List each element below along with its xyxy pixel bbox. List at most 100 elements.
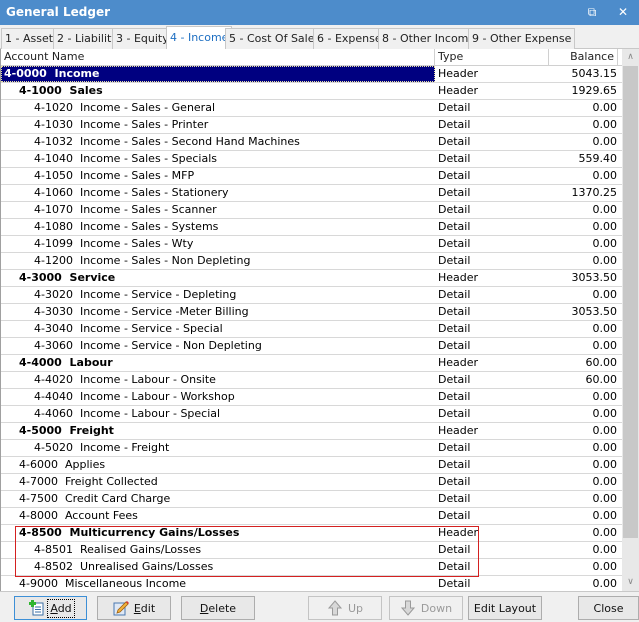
account-row[interactable]: 4-7000 Freight Collected Detail 0.00: [1, 474, 622, 491]
account-header-row[interactable]: 4-5000 Freight Header 0.00: [1, 423, 622, 440]
column-header-account-name[interactable]: Account Name: [1, 49, 435, 66]
account-name-cell: 4-4060 Income - Labour - Special: [1, 406, 435, 422]
account-balance-cell: 0.00: [592, 254, 618, 267]
account-row[interactable]: 4-1200 Income - Sales - Non Depleting Det…: [1, 253, 622, 270]
account-code: 4-1080: [34, 220, 73, 233]
account-row[interactable]: 4-3030 Income - Service -Meter Billing De…: [1, 304, 622, 321]
account-balance-cell: 0.00: [592, 543, 618, 556]
account-balance-cell: 0.00: [592, 560, 618, 573]
account-row[interactable]: 4-1080 Income - Sales - Systems Detail 0.0…: [1, 219, 622, 236]
account-code: 4-1040: [34, 152, 73, 165]
account-header-row[interactable]: 4-4000 Labour Header 60.00: [1, 355, 622, 372]
window-title: General Ledger: [6, 5, 110, 19]
account-name-cell: 4-5020 Income - Freight: [1, 440, 435, 456]
scroll-down-icon[interactable]: ∨: [622, 574, 639, 591]
account-balance-cell: 5043.15: [571, 67, 618, 80]
restore-icon[interactable]: ⧉: [583, 4, 601, 20]
account-code: 4-1060: [34, 186, 73, 199]
account-row[interactable]: 4-4020 Income - Labour - Onsite Detail 60.…: [1, 372, 622, 389]
account-balance-cell: 60.00: [585, 356, 618, 369]
account-row[interactable]: 4-5020 Income - Freight Detail 0.00: [1, 440, 622, 457]
tab-other-income[interactable]: 8 - Other Income: [378, 28, 480, 49]
account-row[interactable]: 4-1070 Income - Sales - Scanner Detail 0.0…: [1, 202, 622, 219]
account-header-row[interactable]: 4-0000 Income Header 5043.15: [1, 66, 622, 83]
account-balance-cell: 0.00: [592, 458, 618, 471]
account-balance-cell: 1929.65: [571, 84, 618, 97]
account-name-cell: 4-1040 Income - Sales - Specials: [1, 151, 435, 167]
account-row[interactable]: 4-1020 Income - Sales - General Detail 0.0…: [1, 100, 622, 117]
account-row[interactable]: 4-3040 Income - Service - Special Detail 0…: [1, 321, 622, 338]
account-row[interactable]: 4-1030 Income - Sales - Printer Detail 0.0…: [1, 117, 622, 134]
column-header-balance[interactable]: Balance: [549, 49, 618, 66]
account-code: 4-1030: [34, 118, 73, 131]
account-row[interactable]: 4-3020 Income - Service - Depleting Detai…: [1, 287, 622, 304]
account-row[interactable]: 4-1060 Income - Sales - Stationery Detail…: [1, 185, 622, 202]
account-row[interactable]: 4-7500 Credit Card Charge Detail 0.00: [1, 491, 622, 508]
account-name: Income: [54, 67, 100, 80]
add-document-icon: [29, 600, 45, 616]
account-row[interactable]: 4-8502 Unrealised Gains/Losses Detail 0.00: [1, 559, 622, 576]
add-button-label: dd: [57, 601, 72, 615]
account-type-cell: Detail: [438, 441, 471, 454]
account-row[interactable]: 4-1099 Income - Sales - Wty Detail 0.00: [1, 236, 622, 253]
account-row[interactable]: 4-1050 Income - Sales - MFP Detail 0.00: [1, 168, 622, 185]
account-row[interactable]: 4-6000 Applies Detail 0.00: [1, 457, 622, 474]
account-type-cell: Header: [438, 84, 479, 97]
scrollbar-thumb[interactable]: [623, 66, 638, 538]
account-code: 4-4000: [19, 356, 62, 369]
account-type-cell: Detail: [438, 458, 471, 471]
account-balance-cell: 3053.50: [571, 271, 618, 284]
account-row[interactable]: 4-8501 Realised Gains/Losses Detail 0.00: [1, 542, 622, 559]
account-balance-cell: 0.00: [592, 390, 618, 403]
account-name: Income - Labour - Special: [79, 407, 221, 420]
tab-equity[interactable]: 3 - Equity: [112, 28, 173, 49]
column-header-type[interactable]: Type: [435, 49, 549, 66]
tab-cost-of-sales[interactable]: 5 - Cost Of Sales: [225, 28, 325, 49]
account-name-cell: 4-4000 Labour: [1, 355, 435, 371]
account-code: 4-3000: [19, 271, 62, 284]
account-row[interactable]: 4-3060 Income - Service - Non Depleting D…: [1, 338, 622, 355]
edit-button-mnemonic: E: [133, 601, 141, 615]
move-up-button[interactable]: Up: [308, 596, 382, 620]
account-code: 4-7500: [19, 492, 58, 505]
delete-button[interactable]: Delete: [181, 596, 255, 620]
account-name: Income - Sales - Systems: [79, 220, 219, 233]
account-type-cell: Detail: [438, 254, 471, 267]
window-titlebar: General Ledger ⧉ ✕: [0, 0, 639, 25]
tab-asset[interactable]: 1 - Asset: [1, 28, 58, 49]
account-header-row[interactable]: 4-3000 Service Header 3053.50: [1, 270, 622, 287]
account-row[interactable]: 4-1032 Income - Sales - Second Hand Mach…: [1, 134, 622, 151]
close-icon[interactable]: ✕: [614, 4, 632, 20]
account-row[interactable]: 4-4040 Income - Labour - Workshop Detail 0…: [1, 389, 622, 406]
account-row[interactable]: 4-9000 Miscellaneous Income Detail 0.00: [1, 576, 622, 591]
account-name: Service: [69, 271, 116, 284]
account-name: Income - Sales - Wty: [79, 237, 194, 250]
add-button-mnemonic: A: [50, 601, 58, 615]
account-row[interactable]: 4-4060 Income - Labour - Special Detail 0.…: [1, 406, 622, 423]
vertical-scrollbar[interactable]: ∧ ∨: [622, 49, 639, 591]
account-name-cell: 4-0000 Income: [1, 66, 435, 82]
scroll-up-icon[interactable]: ∧: [622, 49, 639, 66]
account-balance-cell: 0.00: [592, 288, 618, 301]
account-name-cell: 4-7500 Credit Card Charge: [1, 491, 435, 507]
account-header-row[interactable]: 4-8500 Multicurrency Gains/Losses Header 0…: [1, 525, 622, 542]
account-type-cell: Detail: [438, 152, 471, 165]
account-header-row[interactable]: 4-1000 Sales Header 1929.65: [1, 83, 622, 100]
account-balance-cell: 1370.25: [571, 186, 618, 199]
account-balance-cell: 0.00: [592, 492, 618, 505]
account-row[interactable]: 4-1040 Income - Sales - Specials Detail 55…: [1, 151, 622, 168]
account-name-cell: 4-8000 Account Fees: [1, 508, 435, 524]
close-button[interactable]: Close: [578, 596, 639, 620]
account-name-cell: 4-7000 Freight Collected: [1, 474, 435, 490]
tab-expense[interactable]: 6 - Expense: [313, 28, 386, 49]
edit-button[interactable]: Edit: [97, 596, 171, 620]
add-button[interactable]: Add: [14, 596, 87, 620]
account-type-cell: Detail: [438, 169, 471, 182]
move-down-button[interactable]: Down: [389, 596, 463, 620]
account-name: Income - Sales - Stationery: [79, 186, 229, 199]
account-row[interactable]: 4-8000 Account Fees Detail 0.00: [1, 508, 622, 525]
tab-other-expense[interactable]: 9 - Other Expense: [468, 28, 576, 49]
edit-layout-button[interactable]: Edit Layout: [468, 596, 542, 620]
tab-income[interactable]: 4 - Income: [166, 26, 233, 50]
account-balance-cell: 0.00: [592, 101, 618, 114]
